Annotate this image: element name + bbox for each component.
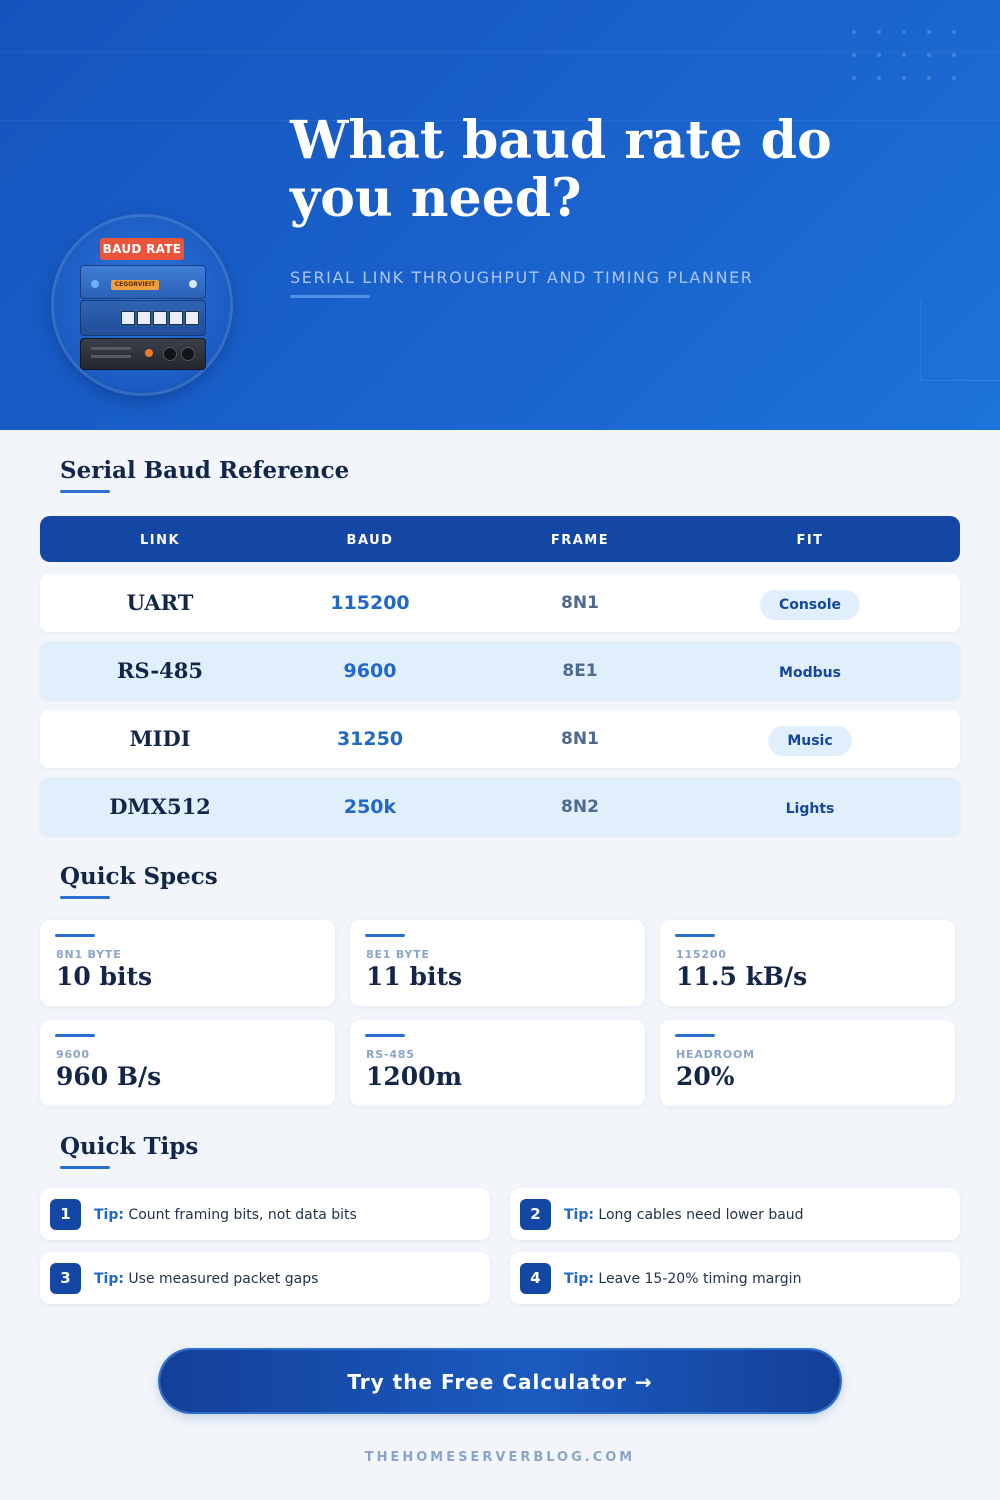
link-cell: UART: [126, 590, 194, 615]
fit-cell: Lights: [710, 778, 910, 836]
fit-cell: Modbus: [710, 642, 910, 700]
spec-label: 8E1 BYTE: [366, 948, 430, 961]
fit-pill: Console: [759, 589, 861, 620]
tips-section-title: Quick Tips: [60, 1133, 199, 1160]
router-device-icon: CEGORVIEIT: [80, 265, 206, 299]
table-row: MIDI 31250 8N1 Music: [40, 710, 960, 768]
spec-label: 8N1 BYTE: [56, 948, 122, 961]
fit-cell: Music: [710, 710, 910, 768]
hero-corner-decoration: [920, 300, 1000, 381]
card-accent-bar: [675, 934, 715, 937]
table-row: DMX512 250k 8N2 Lights: [40, 778, 960, 836]
tip-number-badge: 2: [520, 1199, 551, 1230]
frame-cell: 8N2: [561, 797, 599, 817]
card-accent-bar: [55, 1034, 95, 1037]
link-cell: MIDI: [129, 726, 191, 751]
baud-cell: 115200: [330, 592, 410, 614]
tip-prefix: Tip:: [94, 1271, 124, 1287]
link-cell: RS-485: [117, 658, 203, 683]
card-accent-bar: [675, 1034, 715, 1037]
baud-cell: 9600: [343, 660, 397, 682]
reference-section-title: Serial Baud Reference: [60, 457, 350, 484]
tip-number-badge: 3: [50, 1263, 81, 1294]
spec-card: HEADROOM 20%: [660, 1020, 955, 1106]
dot-grid-decoration: [852, 30, 972, 90]
tip-text: Leave 15-20% timing margin: [598, 1271, 802, 1287]
tip-text: Use measured packet gaps: [128, 1271, 319, 1287]
spec-label: 9600: [56, 1048, 90, 1061]
spec-value: 11 bits: [366, 962, 463, 991]
hero-decor-line: [0, 52, 1000, 53]
tip-card: 1 Tip: Count framing bits, not data bits: [40, 1188, 490, 1240]
spec-value: 1200m: [366, 1062, 463, 1091]
spec-value: 10 bits: [56, 962, 153, 991]
tip-card: 2 Tip: Long cables need lower baud: [510, 1188, 960, 1240]
tip-text: Count framing bits, not data bits: [128, 1207, 357, 1223]
page-subtitle: SERIAL LINK THROUGHPUT AND TIMING PLANNE…: [290, 268, 754, 287]
tip-card: 4 Tip: Leave 15-20% timing margin: [510, 1252, 960, 1304]
fit-cell: Console: [710, 574, 910, 632]
spec-card: 9600 960 B/s: [40, 1020, 335, 1106]
server-unit-icon: [80, 338, 206, 370]
baud-rate-badge: BAUD RATE: [100, 238, 184, 260]
frame-cell: 8N1: [561, 593, 599, 613]
free-calculator-button[interactable]: Try the Free Calculator →: [160, 1350, 840, 1412]
baud-cell: 250k: [343, 796, 397, 818]
specs-section-title: Quick Specs: [60, 863, 218, 890]
card-accent-bar: [55, 934, 95, 937]
tip-prefix: Tip:: [564, 1271, 594, 1287]
card-accent-bar: [365, 1034, 405, 1037]
tip-prefix: Tip:: [564, 1207, 594, 1223]
table-header: LINK BAUD FRAME FIT: [40, 516, 960, 562]
fit-pill: Modbus: [779, 664, 841, 681]
spec-card: RS-485 1200m: [350, 1020, 645, 1106]
frame-cell: 8N1: [561, 729, 599, 749]
card-accent-bar: [365, 934, 405, 937]
section-underline: [60, 896, 110, 899]
spec-label: HEADROOM: [676, 1048, 755, 1061]
spec-card: 8N1 BYTE 10 bits: [40, 920, 335, 1006]
section-underline: [60, 490, 110, 493]
fit-pill: Lights: [785, 800, 835, 817]
tip-prefix: Tip:: [94, 1207, 124, 1223]
spec-value: 20%: [676, 1062, 735, 1091]
tip-text: Long cables need lower baud: [598, 1207, 804, 1223]
section-underline: [60, 1166, 110, 1169]
table-row: RS-485 9600 8E1 Modbus: [40, 642, 960, 700]
frame-cell: 8E1: [562, 661, 598, 681]
spec-card: 115200 11.5 kB/s: [660, 920, 955, 1006]
spec-label: 115200: [676, 948, 727, 961]
device-tag: CEGORVIEIT: [111, 280, 159, 290]
footer-site-link[interactable]: THEHOMESERVERBLOG.COM: [0, 1450, 1000, 1465]
column-header-fit: FIT: [796, 533, 824, 548]
table-row: UART 115200 8N1 Console: [40, 574, 960, 632]
hero-banner: CEGORVIEIT BAUD RATE What baud rate do y…: [0, 0, 1000, 430]
column-header-frame: FRAME: [550, 533, 610, 548]
network-switch-icon: [80, 300, 206, 336]
fit-pill: Music: [768, 725, 852, 756]
baud-cell: 31250: [336, 728, 404, 750]
tip-number-badge: 4: [520, 1263, 551, 1294]
spec-card: 8E1 BYTE 11 bits: [350, 920, 645, 1006]
link-cell: DMX512: [109, 794, 211, 819]
subtitle-underline: [290, 295, 370, 298]
page-title: What baud rate do you need?: [290, 110, 832, 229]
tip-card: 3 Tip: Use measured packet gaps: [40, 1252, 490, 1304]
spec-label: RS-485: [366, 1048, 415, 1061]
spec-value: 960 B/s: [56, 1062, 162, 1091]
column-header-link: LINK: [139, 533, 181, 548]
spec-value: 11.5 kB/s: [676, 962, 808, 991]
tip-number-badge: 1: [50, 1199, 81, 1230]
column-header-baud: BAUD: [346, 533, 394, 548]
